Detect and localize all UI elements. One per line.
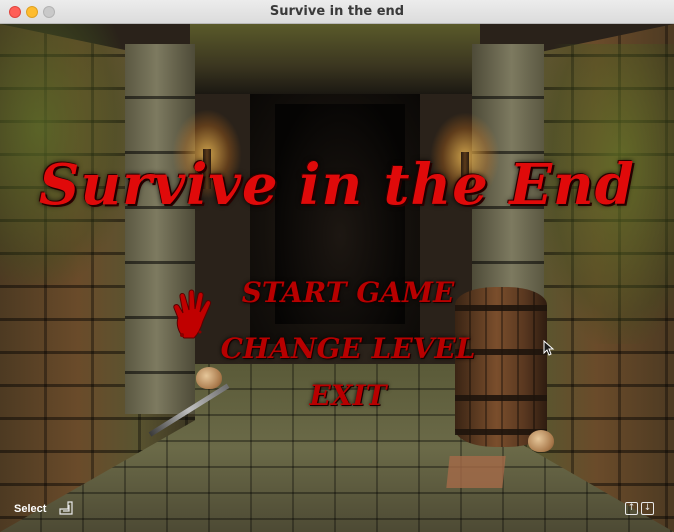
skull-right — [528, 430, 554, 452]
game-title: Survive in the End — [39, 152, 635, 218]
window-title: Survive in the end — [269, 4, 405, 19]
title-bar: Survive in the end — [0, 0, 674, 24]
game-window: Survive in the end Survive in the End ST… — [0, 0, 674, 532]
hud-select-label: Select — [14, 503, 47, 515]
game-scene: Survive in the End START GAME CHANGE LEV… — [0, 24, 674, 532]
menu-item-change-level[interactable]: CHANGE LEVEL — [0, 332, 674, 365]
wooden-barrel — [455, 287, 547, 447]
mouse-cursor-icon — [543, 340, 555, 356]
stained-floor-tile — [446, 456, 506, 488]
arrow-up-key-icon: ↑ — [625, 502, 638, 515]
enter-key-icon — [59, 501, 73, 515]
arrow-down-key-icon: ↓ — [641, 502, 654, 515]
menu-item-start-game[interactable]: START GAME — [0, 276, 674, 309]
menu-item-exit[interactable]: EXIT — [0, 379, 674, 412]
dungeon-ceiling — [190, 24, 480, 94]
